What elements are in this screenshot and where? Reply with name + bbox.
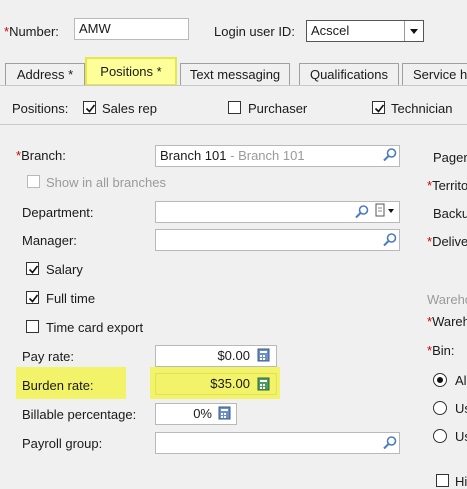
tab-positions[interactable]: Positions * xyxy=(85,57,177,86)
burden-rate-label: Burden rate: xyxy=(22,378,94,393)
warehouse-section-header: Wareho xyxy=(427,292,467,307)
full-time-checkbox[interactable] xyxy=(26,291,39,304)
backup-label: Backu xyxy=(433,206,467,221)
payroll-group-field[interactable] xyxy=(155,432,400,454)
sales-rep-checkbox[interactable] xyxy=(83,101,96,114)
full-time-label: Full time xyxy=(46,291,96,306)
number-label: *Number: xyxy=(4,24,59,39)
tab-service-hours[interactable]: Service h xyxy=(402,63,467,85)
purchaser-label: Purchaser xyxy=(248,101,308,116)
bottom-right-checkbox[interactable] xyxy=(436,474,449,487)
document-menu-icon[interactable] xyxy=(374,203,398,222)
branch-label: *Branch: xyxy=(16,148,66,163)
bin-option-2-radio[interactable] xyxy=(433,401,447,415)
positions-label: Positions: xyxy=(12,101,69,116)
bin-option-3-label: Us xyxy=(455,429,467,444)
positions-divider xyxy=(0,124,467,125)
tab-qualifications[interactable]: Qualifications xyxy=(299,63,399,85)
warehouse-label: *Wareh xyxy=(427,314,467,329)
purchaser-checkbox[interactable] xyxy=(228,101,241,114)
login-user-id-label: Login user ID: xyxy=(214,24,295,39)
manager-label: Manager: xyxy=(22,233,77,248)
delivery-label: *Delive xyxy=(427,234,467,249)
technician-label: Technician xyxy=(391,101,453,116)
salary-checkbox[interactable] xyxy=(26,262,39,275)
tab-text-messaging[interactable]: Text messaging xyxy=(180,63,290,85)
login-user-id-value: Acscel xyxy=(311,23,350,38)
territory-label: *Territo xyxy=(427,178,467,193)
number-field[interactable]: AMW xyxy=(74,18,189,40)
sales-rep-label: Sales rep xyxy=(102,101,157,116)
bin-option-3-radio[interactable] xyxy=(433,429,447,443)
search-icon[interactable] xyxy=(382,147,398,166)
show-all-branches-label: Show in all branches xyxy=(46,175,166,190)
calculator-icon[interactable] xyxy=(218,406,232,423)
payroll-group-label: Payroll group: xyxy=(22,436,103,451)
calculator-icon[interactable] xyxy=(257,348,271,365)
technician-checkbox[interactable] xyxy=(372,101,385,114)
search-icon[interactable] xyxy=(382,435,398,454)
pay-rate-label: Pay rate: xyxy=(22,349,75,364)
time-card-export-checkbox[interactable] xyxy=(26,320,39,333)
search-icon[interactable] xyxy=(382,232,398,251)
branch-code: Branch 101 xyxy=(160,148,227,163)
bin-option-2-label: Us xyxy=(455,401,467,416)
branch-name: Branch 101 xyxy=(238,148,305,163)
branch-separator: - xyxy=(226,148,239,163)
billable-percentage-label: Billable percentage: xyxy=(22,407,137,422)
bottom-right-checkbox-label: Hi xyxy=(455,474,467,489)
pager-label: Pager xyxy=(433,150,467,165)
branch-field[interactable]: Branch 101 - Branch 101 xyxy=(155,145,400,167)
manager-field[interactable] xyxy=(155,229,400,251)
department-label: Department: xyxy=(22,205,94,220)
login-user-id-select[interactable]: Acscel xyxy=(306,20,424,42)
time-card-export-label: Time card export xyxy=(46,320,144,335)
bin-label: *Bin: xyxy=(427,343,455,358)
salary-label: Salary xyxy=(46,262,83,277)
tab-divider xyxy=(0,85,467,86)
show-all-branches-checkbox[interactable] xyxy=(27,175,40,188)
bin-option-all-label: Al xyxy=(455,373,467,388)
search-icon[interactable] xyxy=(354,204,370,223)
tab-address[interactable]: Address * xyxy=(5,63,85,85)
chevron-down-icon[interactable] xyxy=(404,21,423,41)
bin-option-all-radio[interactable] xyxy=(433,373,447,387)
calculator-icon[interactable] xyxy=(257,377,271,394)
